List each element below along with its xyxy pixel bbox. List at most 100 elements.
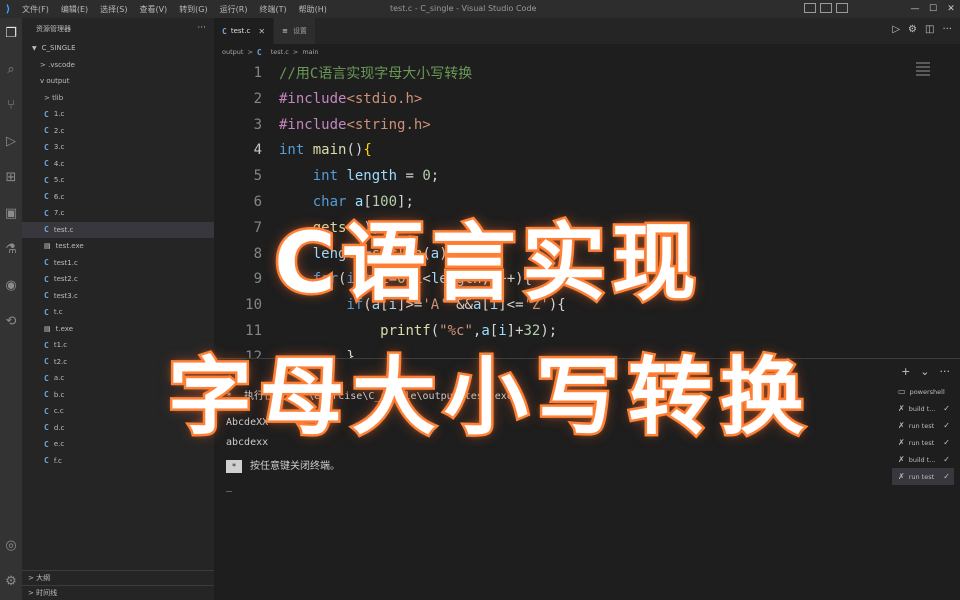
c-file-icon: C xyxy=(44,142,49,152)
outline-section[interactable]: > 大纲 xyxy=(22,570,214,584)
menu-item[interactable]: 转到(G) xyxy=(173,4,213,15)
line-number: 2 xyxy=(253,90,262,107)
tools-icon: ✗ xyxy=(898,455,905,464)
run-debug-icon[interactable]: ▷ xyxy=(3,134,19,150)
more-icon[interactable]: ··· xyxy=(942,24,952,35)
file-tree-item-label: 2.c xyxy=(53,126,65,135)
tab-label: 设置 xyxy=(292,27,307,35)
file-tree-item[interactable]: C 1.c xyxy=(22,106,214,123)
file-tree-item[interactable]: C 3.c xyxy=(22,139,214,156)
breadcrumb-folder[interactable]: output xyxy=(222,48,243,56)
file-tree-item[interactable]: > .vscode xyxy=(22,57,214,74)
menu-item[interactable]: 选择(S) xyxy=(94,4,133,15)
code-token: () xyxy=(346,142,364,159)
menu-item[interactable]: 终端(T) xyxy=(253,4,292,15)
code-token: //用C语言实现字母大小写转换 xyxy=(279,66,473,82)
menu-item[interactable]: 编辑(E) xyxy=(55,4,94,15)
menu-item[interactable]: 文件(F) xyxy=(16,4,55,15)
breadcrumb-symbol[interactable]: main xyxy=(302,48,318,56)
code-token: 0 xyxy=(422,168,431,185)
breadcrumb-file[interactable]: test.c xyxy=(271,48,289,56)
menu-item[interactable]: 帮助(H) xyxy=(293,4,333,15)
code-token: { xyxy=(363,142,372,159)
tab-label: test.c xyxy=(230,27,251,35)
file-tree-item-label: > tlib xyxy=(44,93,64,102)
c-file-icon: C xyxy=(44,159,49,169)
editor-actions: ▷ ⚙ ◫ ··· xyxy=(892,24,952,35)
minimap[interactable] xyxy=(916,62,930,80)
c-file-icon: C xyxy=(222,26,227,36)
code-token: length xyxy=(346,168,398,185)
menu-item[interactable]: 查看(V) xyxy=(133,4,173,15)
compare-icon[interactable]: ⚙ xyxy=(908,24,917,35)
terminal-prompt-text: 按任意键关闭终端。 xyxy=(250,461,340,472)
maximize-icon[interactable]: ☐ xyxy=(924,4,942,14)
code-line: 2 #include <stdio.h> xyxy=(214,86,423,112)
code-line: 3 #include <string.h> xyxy=(214,112,431,138)
terminal-session[interactable]: ✗ build t... ✓ xyxy=(892,451,954,468)
workspace-root[interactable]: ▼ C_SINGLE xyxy=(22,40,214,57)
account-icon[interactable]: ◎ xyxy=(3,538,19,554)
line-number: 4 xyxy=(253,142,262,159)
terminal-session[interactable]: ✗ run test ✓ xyxy=(892,468,954,485)
code-line: 5 int length = 0; xyxy=(214,163,440,189)
terminal-cursor[interactable]: _ xyxy=(226,481,232,492)
toggle-secondary-sidebar-icon[interactable] xyxy=(836,3,848,13)
line-number: 1 xyxy=(253,65,262,81)
file-tree-item[interactable]: > tlib xyxy=(22,90,214,107)
chevron-down-icon: ▼ xyxy=(32,44,37,52)
file-tree-item[interactable]: C 4.c xyxy=(22,156,214,173)
workspace-root-label: C_SINGLE xyxy=(41,44,76,53)
code-token: = xyxy=(397,168,423,185)
terminal-session-label: build t... xyxy=(908,455,936,464)
overlay-title-line-2: 字母大小写转换 xyxy=(165,346,812,449)
menu-bar: 文件(F) 编辑(E) 选择(S) 查看(V) 转到(G) 运行(R) 终端(T) 帮助(H) xyxy=(16,4,333,15)
file-tree-item[interactable]: v output xyxy=(22,73,214,90)
tab-settings[interactable]: ≡ 设置 xyxy=(274,18,316,44)
code-line: 1 //用C语言实现字母大小写转换 xyxy=(214,60,473,86)
split-editor-icon[interactable]: ◫ xyxy=(925,24,934,35)
toggle-panel-icon[interactable] xyxy=(820,3,832,13)
file-tree-item-label: 5.c xyxy=(53,176,65,185)
explorer-icon[interactable]: ❐ xyxy=(3,26,19,42)
source-control-icon[interactable]: ⑂ xyxy=(3,98,19,114)
breadcrumb-separator: > xyxy=(247,48,253,56)
close-tab-icon[interactable]: ✕ xyxy=(258,27,265,36)
file-tree-item[interactable]: C 5.c xyxy=(22,172,214,189)
explorer-header: 资源管理器 ··· xyxy=(22,18,214,40)
code-token: ; xyxy=(430,168,440,185)
more-actions-icon[interactable]: ··· xyxy=(197,23,206,33)
terminal-session-label: run test xyxy=(908,472,935,481)
terminal-marker: * xyxy=(226,459,242,473)
settings-gear-icon[interactable]: ⚙ xyxy=(3,574,19,590)
code-line: 4 int main(){ xyxy=(214,137,372,163)
minimize-icon[interactable]: — xyxy=(906,4,924,14)
explorer-title: 资源管理器 xyxy=(36,25,71,33)
toggle-sidebar-icon[interactable] xyxy=(804,3,816,13)
file-tree-item[interactable]: C 2.c xyxy=(22,123,214,140)
file-tree-item-label: 1.c xyxy=(53,110,65,119)
code-token: <stdio.h> xyxy=(346,90,423,107)
vscode-logo-icon: ⟩ xyxy=(5,3,11,15)
line-number: 3 xyxy=(253,116,262,133)
file-tree-item[interactable]: Cf.c xyxy=(22,453,214,470)
tab-test-c[interactable]: C test.c ✕ xyxy=(214,18,275,44)
menu-item[interactable]: 运行(R) xyxy=(214,4,254,15)
editor-tabbar: C test.c ✕ ≡ 设置 ▷ ⚙ ◫ ··· xyxy=(214,18,960,44)
run-code-icon[interactable]: ▷ xyxy=(892,24,900,35)
file-tree-item-label: f.c xyxy=(53,456,62,465)
search-icon[interactable]: ⌕ xyxy=(3,62,19,78)
c-file-icon: C xyxy=(44,456,49,466)
overlay-title-line-1: C语言实现 xyxy=(272,212,702,315)
extensions-icon[interactable]: ⊞ xyxy=(3,170,19,186)
timeline-section[interactable]: > 时间线 xyxy=(22,585,214,599)
code-token: int xyxy=(279,142,305,159)
c-file-icon: C xyxy=(256,47,262,57)
c-file-icon: C xyxy=(44,126,49,136)
close-window-icon[interactable]: ✕ xyxy=(942,4,960,14)
code-token: <string.h> xyxy=(346,116,431,133)
window-controls: — ☐ ✕ xyxy=(906,0,960,18)
c-file-icon: C xyxy=(44,175,49,185)
